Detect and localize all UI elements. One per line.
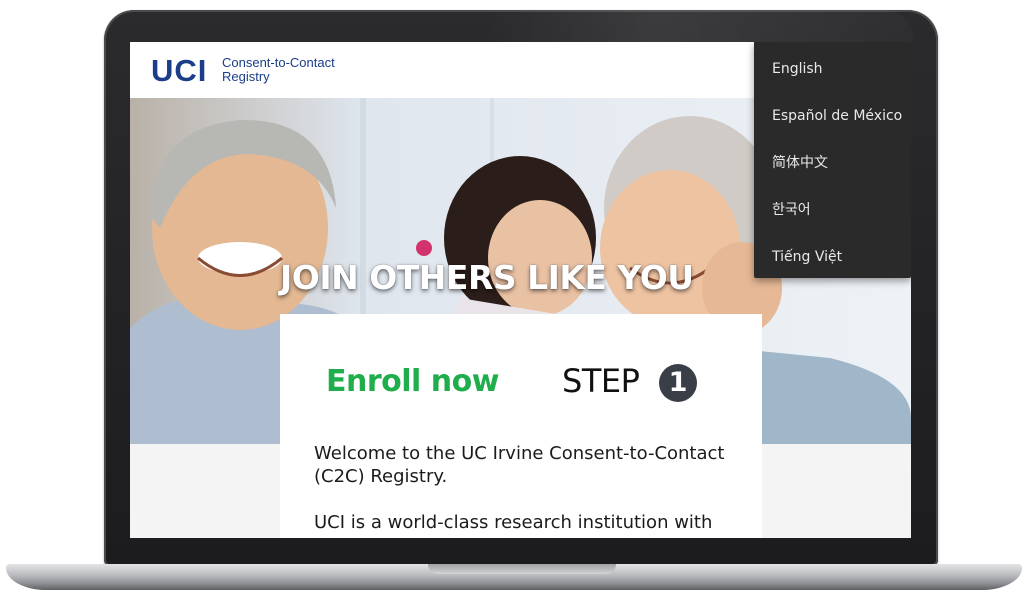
language-option-korean[interactable]: 한국어 <box>772 198 811 222</box>
enroll-card: Enroll now STEP 1 Welcome to the UC Irvi… <box>280 314 762 538</box>
language-option-vietnamese[interactable]: Tiếng Việt <box>772 245 842 269</box>
logo-subtitle-line2: Registry <box>222 69 270 84</box>
welcome-paragraph: Welcome to the UC Irvine Consent-to-Cont… <box>314 443 725 487</box>
logo-subtitle-line1: Consent-to-Contact <box>222 55 335 70</box>
hero-title: JOIN OTHERS LIKE YOU <box>280 258 694 297</box>
uci-logo[interactable]: UCI <box>151 55 207 86</box>
step-number-badge: 1 <box>659 364 697 402</box>
enroll-now-link[interactable]: Enroll now <box>326 364 499 399</box>
language-dropdown: English Español de México 简体中文 한국어 Tiếng… <box>754 42 911 278</box>
intro-paragraph: UCI is a world-class research institutio… <box>314 512 713 533</box>
language-option-english[interactable]: English <box>772 57 823 81</box>
lid-glare <box>484 10 914 42</box>
laptop-notch <box>428 564 616 574</box>
language-option-chinese[interactable]: 简体中文 <box>772 151 828 175</box>
welcome-text: Welcome to the UC Irvine Consent-to-Cont… <box>314 442 734 538</box>
step-label: STEP <box>562 362 640 400</box>
logo-subtitle: Consent-to-Contact Registry <box>222 56 335 84</box>
language-option-spanish[interactable]: Español de México <box>772 104 902 128</box>
screen: UCI Consent-to-Contact Registry JOIN OTH… <box>130 42 911 538</box>
